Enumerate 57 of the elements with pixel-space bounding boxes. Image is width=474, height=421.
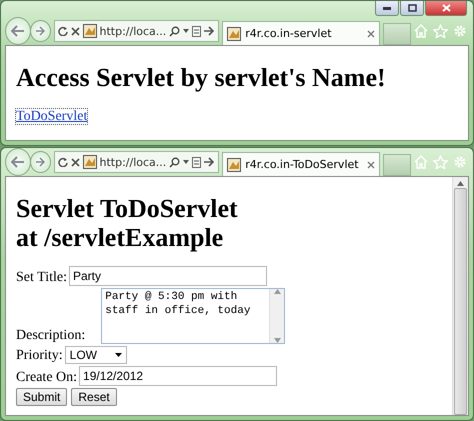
maximize-button[interactable]: [400, 1, 424, 16]
url-text: http://loca...: [100, 156, 166, 168]
caret-icon[interactable]: [183, 160, 190, 164]
go-arrow-icon[interactable]: [204, 157, 216, 167]
refresh-icon[interactable]: [58, 157, 68, 167]
site-favicon-icon: [82, 24, 97, 38]
page-icon[interactable]: [192, 156, 202, 168]
field-label: Description:: [16, 328, 86, 344]
close-icon[interactable]: [70, 26, 80, 36]
close-button[interactable]: [425, 1, 467, 16]
address-bar[interactable]: http://loca...: [54, 20, 220, 42]
search-icon[interactable]: [169, 156, 180, 168]
submit-button[interactable]: Submit: [16, 388, 68, 406]
browser-tab[interactable]: r4r.co.in-ToDoServlet: [222, 152, 380, 176]
forward-arrow-icon: [35, 26, 46, 36]
site-favicon-icon: [82, 155, 97, 169]
site-favicon-icon: [227, 158, 242, 172]
back-button[interactable]: [5, 148, 32, 176]
input-field[interactable]: 19/12/2012: [79, 366, 278, 386]
star-icon[interactable]: [433, 155, 448, 169]
page-heading: Access Servlet by servlet's Name!: [16, 64, 387, 93]
site-favicon-icon: [227, 26, 242, 40]
close-icon: [442, 4, 450, 12]
browser-tab[interactable]: r4r.co.in-servlet: [222, 21, 380, 45]
back-arrow-icon: [11, 25, 26, 37]
refresh-icon[interactable]: [58, 26, 68, 36]
back-arrow-icon: [11, 156, 26, 168]
input-field[interactable]: Party: [68, 266, 267, 286]
minimize-button[interactable]: [375, 1, 399, 16]
field-label: Create On:: [16, 370, 78, 386]
address-bar[interactable]: http://loca...: [54, 151, 220, 173]
servlet-link[interactable]: ToDoServlet: [16, 108, 88, 124]
back-button[interactable]: [5, 17, 32, 45]
close-icon[interactable]: [367, 160, 376, 168]
reset-button[interactable]: Reset: [71, 388, 117, 406]
priority-dropdown[interactable]: LOW: [64, 346, 127, 364]
forward-arrow-icon: [35, 157, 46, 167]
url-text: http://loca...: [100, 24, 166, 38]
scroll-up-icon[interactable]: [274, 289, 281, 294]
close-icon[interactable]: [70, 158, 80, 166]
scroll-down-icon[interactable]: [274, 338, 281, 344]
search-icon[interactable]: [169, 26, 180, 36]
page-icon[interactable]: [192, 26, 202, 36]
forward-button[interactable]: [30, 151, 51, 173]
scrollbar[interactable]: [452, 177, 468, 415]
forward-button[interactable]: [30, 20, 51, 42]
close-icon[interactable]: [367, 30, 376, 38]
go-arrow-icon[interactable]: [204, 26, 216, 36]
description-field[interactable]: Party @ 5:30 pm with staff in office, today: [101, 288, 286, 344]
maximize-icon: [408, 4, 416, 12]
field-label: Priority:: [16, 348, 63, 364]
star-icon[interactable]: [433, 24, 448, 38]
caret-icon: [114, 353, 122, 358]
page-heading: Servlet ToDoServlet at /servletExample: [16, 195, 239, 252]
caret-icon[interactable]: [183, 29, 190, 33]
minimize-icon: [383, 6, 391, 10]
field-label: Set Title:: [16, 270, 67, 286]
